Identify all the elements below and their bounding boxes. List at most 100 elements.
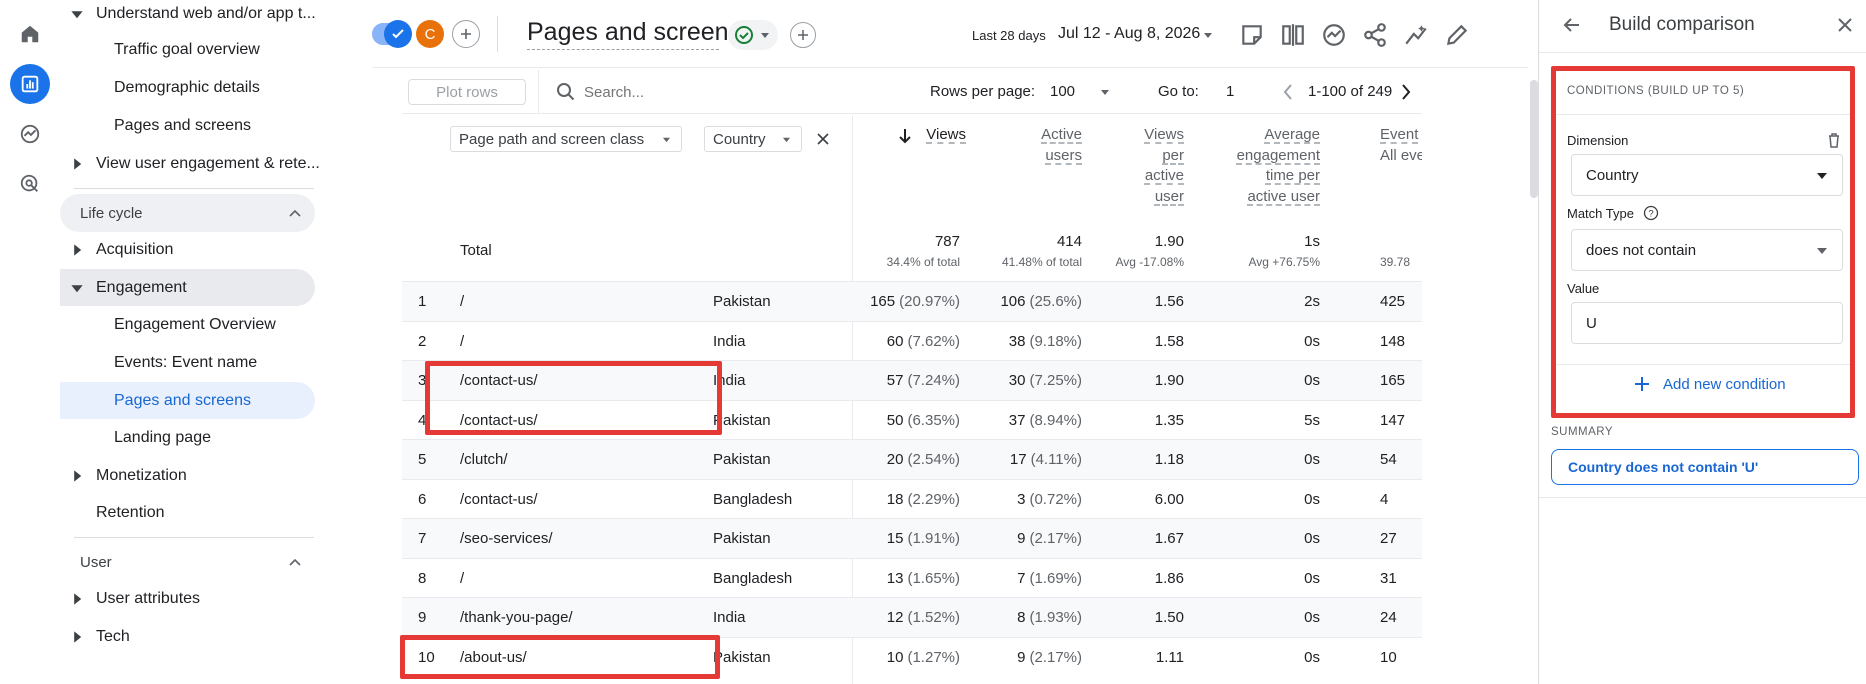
value-input[interactable]: U (1571, 302, 1843, 344)
col-header-line: engagement (1236, 146, 1320, 164)
explore-icon[interactable] (10, 114, 50, 154)
home-icon[interactable] (10, 14, 50, 54)
col-avg-engagement[interactable]: Average engagement time per active user (1202, 125, 1320, 207)
cell-country: India (713, 372, 746, 389)
nav-landing-page[interactable]: Landing page (114, 420, 211, 456)
summary-chip: Country does not contain 'U' (1551, 449, 1859, 485)
views-value: 165 (870, 293, 896, 310)
cell-country: Bangladesh (713, 569, 793, 587)
cell-engagement-time: 2s (1304, 293, 1320, 310)
nav-item-label: Tech (96, 628, 130, 645)
reports-icon[interactable] (10, 64, 50, 104)
add-condition-button[interactable]: Add new condition (1633, 372, 1786, 396)
row-number: 6 (418, 490, 427, 508)
dimension-select[interactable]: Country (1571, 154, 1843, 196)
nav-events[interactable]: Events: Event name (114, 345, 257, 381)
total-time-sub: Avg +76.75% (1248, 255, 1320, 269)
col-views[interactable]: Views (916, 125, 966, 146)
check-icon[interactable] (384, 20, 412, 48)
insights-icon[interactable] (1321, 22, 1347, 48)
col-header-line: active (1144, 167, 1184, 184)
plot-rows-button[interactable]: Plot rows (408, 79, 526, 105)
sort-desc-icon[interactable] (898, 128, 912, 144)
rows-per-page-select[interactable]: 100 (1050, 83, 1075, 100)
cell-views-per-user: 1.35 (1154, 411, 1184, 429)
delete-icon[interactable] (1827, 132, 1841, 148)
section-label: User (80, 553, 112, 571)
scrollbar[interactable] (1530, 80, 1538, 198)
edit-icon[interactable] (1444, 22, 1470, 48)
next-page-icon[interactable] (1400, 83, 1412, 101)
close-icon[interactable] (1837, 17, 1853, 33)
dimension-chip-page-path[interactable]: Page path and screen class (450, 126, 682, 152)
comparison-avatar[interactable]: C (416, 20, 444, 48)
customize-report-icon[interactable] (1239, 22, 1265, 48)
sparkle-insights-icon[interactable] (1403, 22, 1429, 48)
nav-acquisition[interactable]: Acquisition (74, 232, 173, 268)
advertising-icon[interactable] (10, 164, 50, 204)
nav-understand[interactable]: Understand web and/or app t... (71, 0, 316, 32)
table-row[interactable]: 10/about-us/Pakistan 10 (1.27%) 9 (2.17%) 1.1… (402, 636, 1422, 677)
search-input[interactable] (584, 80, 784, 104)
share-icon[interactable] (1362, 22, 1388, 48)
views-percent: (6.35%) (907, 411, 960, 429)
nav-pages-screens-active[interactable]: Pages and screens (114, 383, 251, 419)
table-row[interactable]: 2 / India 60 (7.62%) 38 (9.18%) 1.58 0s 148 (402, 320, 1422, 361)
date-range-picker[interactable]: Jul 12 - Aug 8, 2026 (1058, 25, 1200, 43)
section-lifecycle[interactable]: Life cycle (60, 194, 315, 232)
table-row[interactable]: 9/thank-you-page/India 12 (1.52%) 8 (1.93%) 1… (402, 597, 1422, 637)
help-icon[interactable]: ? (1643, 205, 1659, 221)
cell-country: Bangladesh (713, 490, 793, 508)
nav-engagement-overview[interactable]: Engagement Overview (114, 307, 276, 343)
match-type-select[interactable]: does not contain (1571, 229, 1843, 271)
date-dropdown-icon[interactable] (1203, 31, 1213, 39)
panel-divider (1556, 114, 1850, 115)
compare-icon[interactable] (1280, 22, 1306, 48)
report-status-chip[interactable] (728, 20, 778, 50)
nav-item-label: Demographic details (114, 79, 260, 96)
table-row[interactable]: 5/clutch/Pakistan 20 (2.54%) 17 (4.11%) 1.18 0… (402, 439, 1422, 479)
add-icon[interactable] (790, 22, 816, 48)
table-row[interactable]: 3/contact-us/India 57 (7.24%) 30 (7.25%) 1.90… (402, 360, 1422, 400)
cell-event-count: 4 (1380, 490, 1389, 508)
nav-divider (74, 537, 314, 538)
cell-engagement-time: 5s (1304, 411, 1320, 429)
nav-user-engagement[interactable]: View user engagement & rete... (74, 146, 320, 182)
section-user[interactable]: User (60, 543, 315, 581)
rows-dropdown-icon[interactable] (1100, 88, 1110, 96)
cell-page-path: / (460, 569, 465, 587)
prev-page-icon[interactable] (1282, 83, 1294, 101)
cell-page-path: /thank-you-page/ (460, 609, 573, 626)
nav-pages-screens-top[interactable]: Pages and screens (114, 108, 251, 144)
users-value: 3 (1017, 490, 1026, 508)
chip-label: Country (713, 130, 766, 148)
nav-user-attributes[interactable]: User attributes (74, 581, 201, 617)
cell-page-path: / (460, 293, 465, 310)
dimension-chip-country[interactable]: Country (704, 126, 802, 152)
table-row[interactable]: 7/seo-services/Pakistan 15 (1.91%) 9 (2.17%)… (402, 518, 1422, 558)
table-row[interactable]: 6/contact-us/Bangladesh 18 (2.29%) 3 (0.72%)… (402, 478, 1422, 519)
col-active-users[interactable]: Active users (992, 125, 1082, 166)
remove-dimension-icon[interactable] (816, 132, 830, 146)
add-comparison-icon[interactable] (452, 20, 480, 48)
nav-engagement[interactable]: Engagement (71, 270, 187, 306)
nav-demographic[interactable]: Demographic details (114, 70, 260, 106)
nav-item-label: Monetization (96, 467, 187, 484)
total-time: 1s (1304, 233, 1320, 250)
col-views-per-user[interactable]: Views per active user (1092, 125, 1184, 207)
pagination-info: 1-100 of 249 (1308, 83, 1393, 100)
nav-traffic-goal[interactable]: Traffic goal overview (114, 32, 260, 68)
col-event-count[interactable]: Event All eve (1380, 125, 1422, 166)
goto-input[interactable]: 1 (1226, 83, 1234, 100)
nav-tech[interactable]: Tech (74, 619, 130, 655)
table-row[interactable]: 8 / Bangladesh 13 (1.65%) 7 (1.69%) 1.86 0s 31 (402, 557, 1422, 598)
back-arrow-icon[interactable] (1563, 16, 1581, 34)
nav-item-label: Traffic goal overview (114, 41, 260, 58)
nav-monetization[interactable]: Monetization (74, 458, 187, 494)
nav-item-label: User attributes (96, 590, 201, 607)
table-row[interactable]: 4/contact-us/Pakistan 50 (6.35%) 37 (8.94%) 1… (402, 399, 1422, 440)
table-row[interactable]: 1 / Pakistan 165 (20.97%) 106 (25.6%) 1.56 2s 425 (402, 281, 1422, 321)
summary-text: Country does not contain 'U' (1568, 459, 1759, 475)
nav-retention[interactable]: Retention (96, 495, 165, 531)
users-value: 17 (1009, 451, 1027, 468)
